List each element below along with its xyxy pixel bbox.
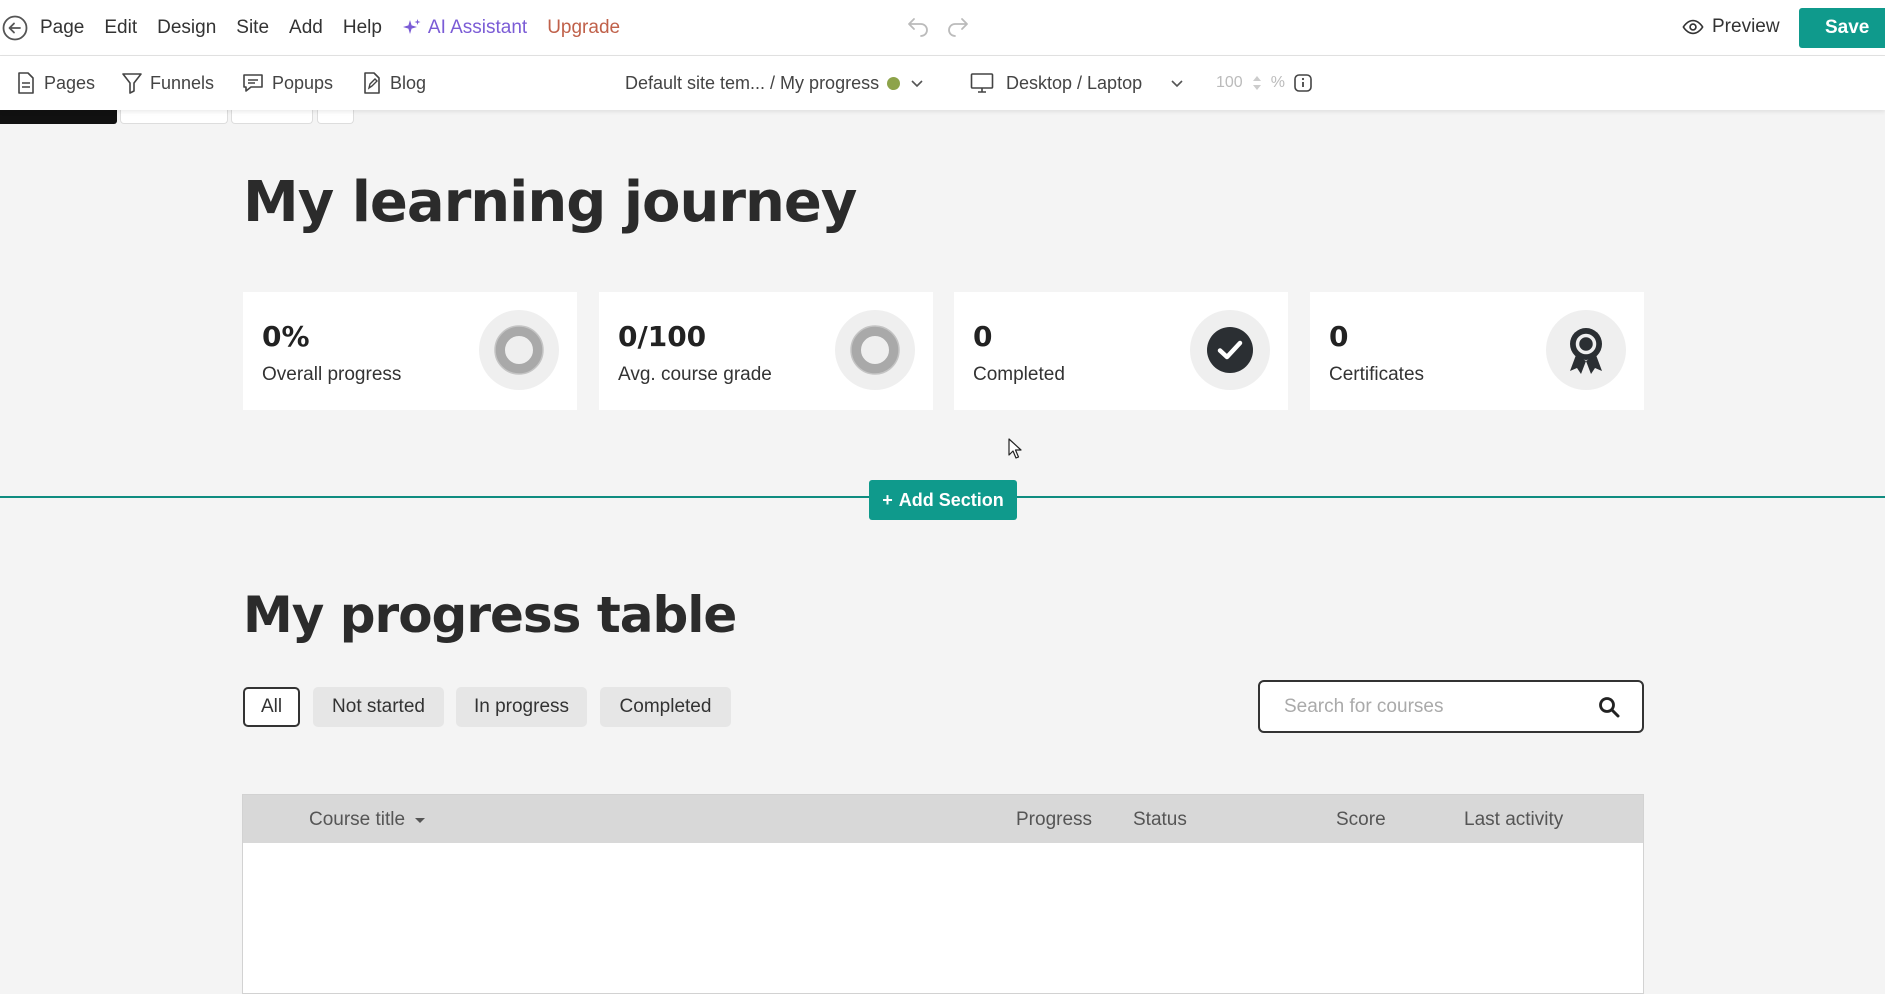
stat-card-completed: 0 Completed xyxy=(954,292,1288,410)
popups-button[interactable]: Popups xyxy=(242,56,333,110)
device-label: Desktop / Laptop xyxy=(1006,72,1143,93)
filter-all[interactable]: All xyxy=(243,687,300,727)
breadcrumb: Default site tem... / My progress xyxy=(625,72,880,93)
info-icon[interactable] xyxy=(1293,73,1313,93)
funnels-button[interactable]: Funnels xyxy=(122,56,214,110)
menu-add[interactable]: Add xyxy=(289,17,323,39)
pages-button[interactable]: Pages xyxy=(16,56,95,110)
zoom-value[interactable]: 100 xyxy=(1216,74,1243,92)
published-status-dot xyxy=(887,76,901,90)
blog-button[interactable]: Blog xyxy=(362,56,426,110)
progress-ring-icon xyxy=(479,310,559,390)
save-button[interactable]: Save xyxy=(1799,8,1885,48)
sort-caret-icon xyxy=(415,818,426,823)
chevron-down-icon xyxy=(1171,80,1183,88)
preview-label: Preview xyxy=(1712,16,1780,37)
chevron-down-icon xyxy=(911,80,923,88)
back-arrow-icon[interactable] xyxy=(2,15,28,41)
search-icon[interactable] xyxy=(1598,696,1620,718)
menu-design[interactable]: Design xyxy=(157,17,216,39)
stat-card-grade: 0/100 Avg. course grade xyxy=(599,292,933,410)
blog-icon xyxy=(364,72,380,94)
undo-icon[interactable] xyxy=(906,16,930,40)
upgrade-link[interactable]: Upgrade xyxy=(547,17,620,39)
stat-value: 0 xyxy=(1329,320,1349,353)
table-header: Course title Progress Status Score Last … xyxy=(243,795,1643,843)
stat-value: 0/100 xyxy=(618,320,707,353)
zoom-control[interactable]: 100 % xyxy=(1216,56,1313,110)
add-section-label: Add Section xyxy=(898,489,1004,510)
popup-icon xyxy=(243,74,263,92)
column-course-title[interactable]: Course title xyxy=(309,809,426,831)
stat-card-progress: 0% Overall progress xyxy=(243,292,577,410)
editor-toolbar: Pages Funnels Popups Blog Default site t… xyxy=(0,56,1885,110)
search-input[interactable] xyxy=(1284,694,1584,720)
filter-not-started[interactable]: Not started xyxy=(313,687,444,727)
sparkle-icon xyxy=(402,19,421,34)
preview-button[interactable]: Preview xyxy=(1682,16,1780,38)
main-menu: Page Edit Design Site Add Help AI Assist… xyxy=(40,0,620,56)
menu-page[interactable]: Page xyxy=(40,17,84,39)
stat-value: 0% xyxy=(262,320,310,353)
check-circle-icon xyxy=(1190,310,1270,390)
stat-label: Overall progress xyxy=(262,364,402,385)
zoom-stepper-icon[interactable] xyxy=(1251,72,1263,94)
column-last-activity[interactable]: Last activity xyxy=(1464,809,1563,831)
ai-assistant-label: AI Assistant xyxy=(427,17,528,38)
menu-help[interactable]: Help xyxy=(343,17,382,39)
page-title: My learning journey xyxy=(243,170,857,235)
zoom-unit: % xyxy=(1270,74,1285,91)
stat-card-certificates: 0 Certificates xyxy=(1310,292,1644,410)
blog-label: Blog xyxy=(390,72,427,93)
funnels-label: Funnels xyxy=(150,72,215,93)
pages-label: Pages xyxy=(44,72,96,93)
stat-label: Certificates xyxy=(1329,364,1425,385)
stat-value: 0 xyxy=(973,320,993,353)
top-menubar: Page Edit Design Site Add Help AI Assist… xyxy=(0,0,1885,56)
filter-in-progress[interactable]: In progress xyxy=(456,687,587,727)
desktop-monitor-icon xyxy=(970,73,994,93)
column-progress[interactable]: Progress xyxy=(1016,809,1092,831)
course-search xyxy=(1258,680,1644,733)
section-title: My progress table xyxy=(243,586,737,644)
redo-icon[interactable] xyxy=(946,16,970,40)
stat-label: Avg. course grade xyxy=(618,364,772,385)
page-selector[interactable]: Default site tem... / My progress xyxy=(625,56,926,110)
column-course-title-label: Course title xyxy=(309,809,406,830)
ai-assistant-button[interactable]: AI Assistant xyxy=(402,17,527,39)
page-icon xyxy=(18,72,34,94)
mouse-cursor-icon xyxy=(1008,438,1022,459)
eye-icon xyxy=(1682,19,1704,35)
menu-edit[interactable]: Edit xyxy=(104,17,137,39)
grade-ring-icon xyxy=(835,310,915,390)
plus-icon: + xyxy=(882,489,893,510)
award-ribbon-icon xyxy=(1546,310,1626,390)
filter-completed[interactable]: Completed xyxy=(600,687,731,727)
device-selector[interactable]: Desktop / Laptop xyxy=(970,56,1186,110)
add-section-button[interactable]: + Add Section xyxy=(869,480,1017,520)
funnel-icon xyxy=(122,73,142,94)
progress-table: Course title Progress Status Score Last … xyxy=(242,794,1644,994)
column-status[interactable]: Status xyxy=(1133,809,1187,831)
column-score[interactable]: Score xyxy=(1336,809,1386,831)
stat-label: Completed xyxy=(973,364,1065,385)
popups-label: Popups xyxy=(272,72,334,93)
menu-site[interactable]: Site xyxy=(236,17,269,39)
